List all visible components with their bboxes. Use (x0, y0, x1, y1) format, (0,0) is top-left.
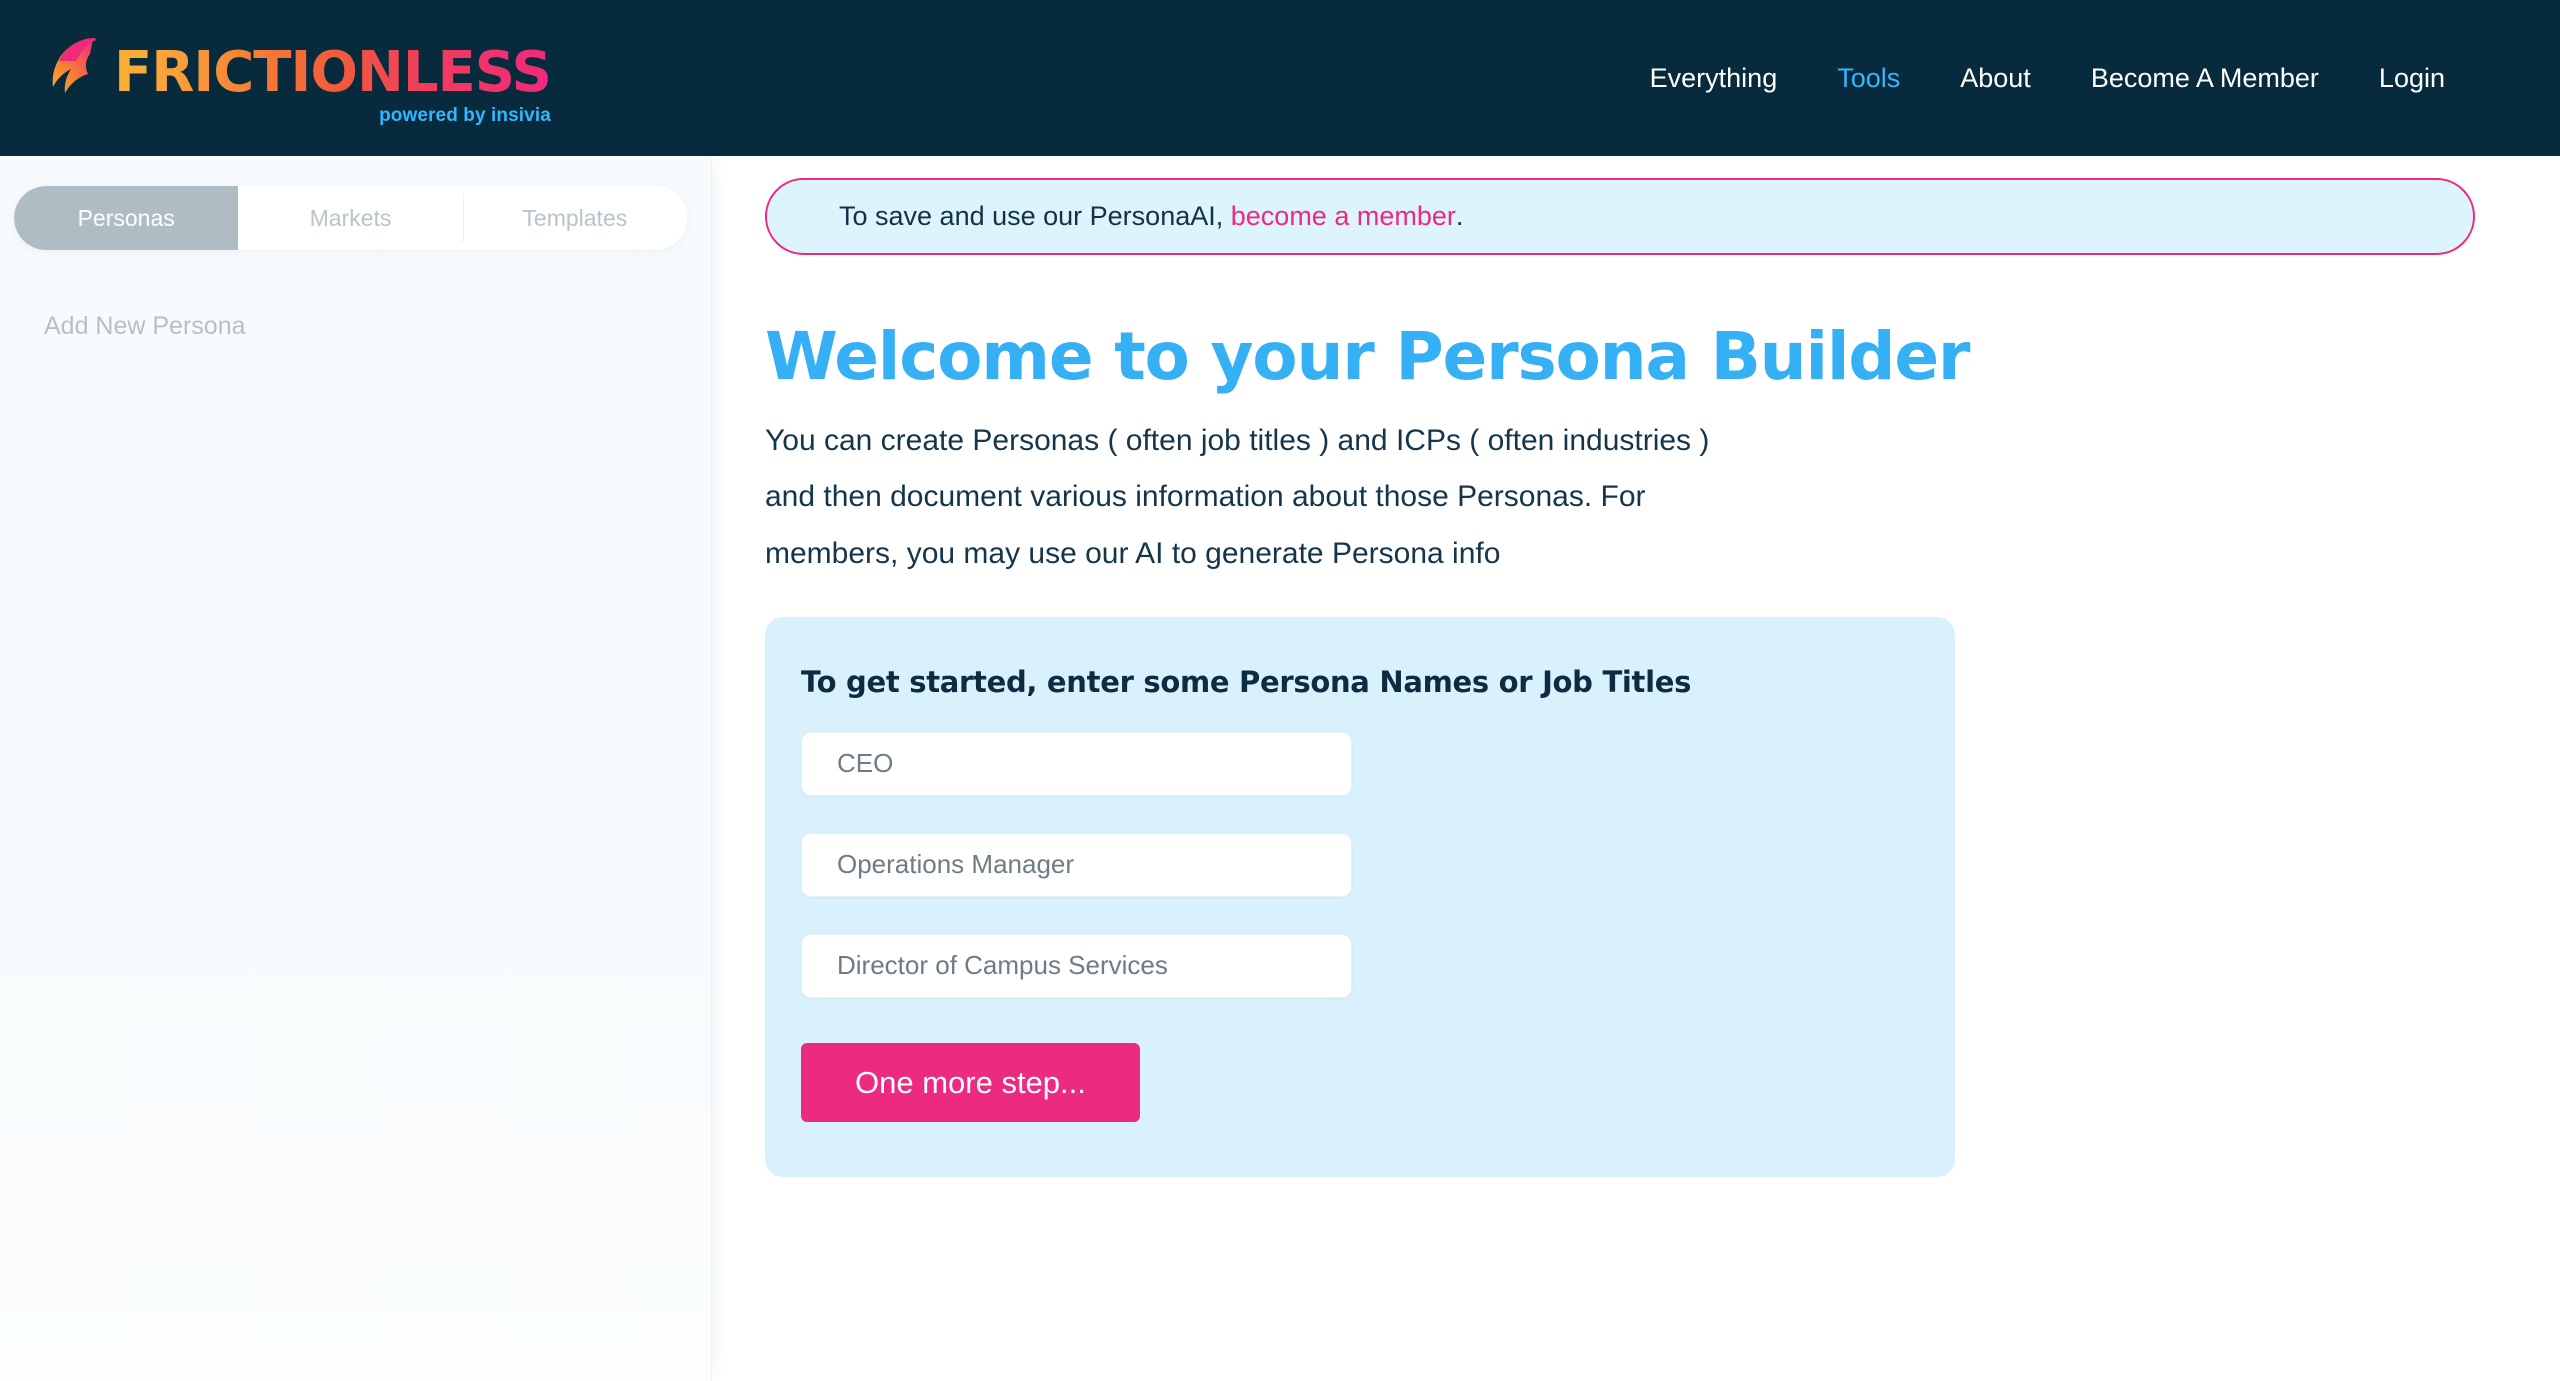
sidebar-tab-group: Personas Markets Templates (14, 186, 687, 250)
add-new-persona-button[interactable]: Add New Persona (0, 296, 712, 356)
persona-name-input-2[interactable] (837, 849, 1316, 881)
membership-banner: To save and use our PersonaAI, become a … (765, 178, 2475, 255)
persona-starter-card: To get started, enter some Persona Names… (765, 616, 1955, 1177)
tab-personas-label: Personas (77, 204, 175, 231)
tab-personas[interactable]: Personas (14, 186, 239, 250)
nav-item-tools[interactable]: Tools (1807, 53, 1930, 104)
banner-text-after: . (1455, 201, 1464, 231)
brand-logo[interactable]: FRICTIONLESS powered by insivia (46, 29, 552, 127)
sidebar: Personas Markets Templates Add New Perso… (0, 156, 712, 1381)
nav-item-login[interactable]: Login (2349, 53, 2475, 104)
persona-name-field-2[interactable] (801, 832, 1352, 897)
brand-tagline: powered by insivia (379, 105, 551, 126)
tab-markets-label: Markets (309, 204, 392, 231)
persona-name-field-1[interactable] (801, 731, 1352, 796)
banner-text-before: To save and use our PersonaAI, (839, 201, 1224, 231)
tab-templates[interactable]: Templates (462, 186, 687, 250)
persona-name-input-1[interactable] (837, 748, 1316, 780)
main-content: To save and use our PersonaAI, become a … (712, 156, 2560, 1381)
become-a-member-link[interactable]: become a member (1231, 201, 1456, 232)
nav-item-everything[interactable]: Everything (1620, 53, 1808, 104)
page-body: Personas Markets Templates Add New Perso… (0, 156, 2560, 1381)
persona-list: Add New Persona (0, 296, 712, 356)
page-description-line-2: and then document various information ab… (765, 480, 1646, 514)
form-title: To get started, enter some Persona Names… (801, 664, 1692, 699)
persona-name-input-3[interactable] (837, 950, 1316, 982)
page-title: Welcome to your Persona Builder (765, 318, 1970, 395)
page-description: You can create Personas ( often job titl… (765, 424, 1940, 571)
main-navigation: Everything Tools About Become A Member L… (1620, 53, 2475, 104)
nav-item-become-a-member[interactable]: Become A Member (2061, 53, 2349, 104)
nav-item-about[interactable]: About (1930, 53, 2061, 104)
site-header: FRICTIONLESS powered by insivia Everythi… (0, 0, 2560, 156)
persona-name-field-3[interactable] (801, 933, 1352, 998)
page-description-line-3: members, you may use our AI to generate … (765, 536, 1501, 570)
frictionless-f-logo-icon (52, 38, 96, 93)
one-more-step-button[interactable]: One more step... (801, 1042, 1140, 1122)
tab-templates-label: Templates (522, 204, 628, 231)
brand-wordmark: FRICTIONLESS (114, 40, 552, 105)
page-description-line-1: You can create Personas ( often job titl… (765, 424, 1710, 458)
tab-markets[interactable]: Markets (238, 186, 463, 250)
